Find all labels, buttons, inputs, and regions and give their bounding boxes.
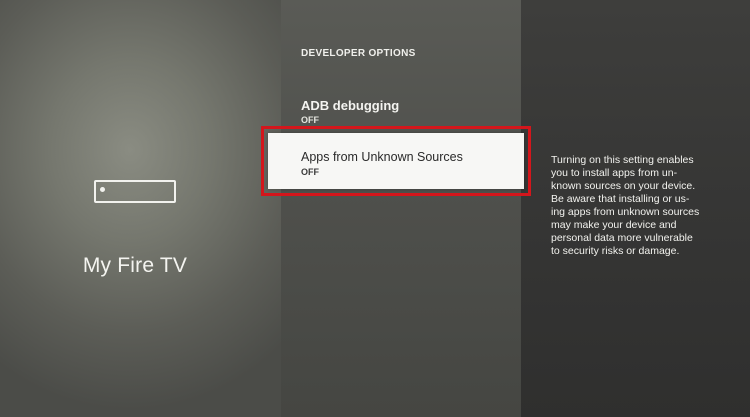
setting-label: Apps from Unknown Sources <box>301 150 463 164</box>
setting-description: Turning on this setting enables you to i… <box>551 154 700 257</box>
fire-tv-device-icon <box>94 180 176 203</box>
category-panel: My Fire TV <box>0 0 281 417</box>
section-title: DEVELOPER OPTIONS <box>301 48 416 59</box>
setting-apps-from-unknown-sources[interactable]: Apps from Unknown Sources OFF <box>268 133 524 189</box>
device-led-dot <box>100 187 105 192</box>
setting-value: OFF <box>301 115 319 125</box>
setting-label: ADB debugging <box>301 98 400 113</box>
setting-adb-debugging[interactable]: ADB debugging OFF <box>301 98 399 125</box>
fire-tv-settings-screen: My Fire TV DEVELOPER OPTIONS ADB debuggi… <box>0 0 750 417</box>
setting-value: OFF <box>301 167 319 177</box>
settings-list-panel <box>281 0 521 417</box>
category-title: My Fire TV <box>82 254 188 277</box>
